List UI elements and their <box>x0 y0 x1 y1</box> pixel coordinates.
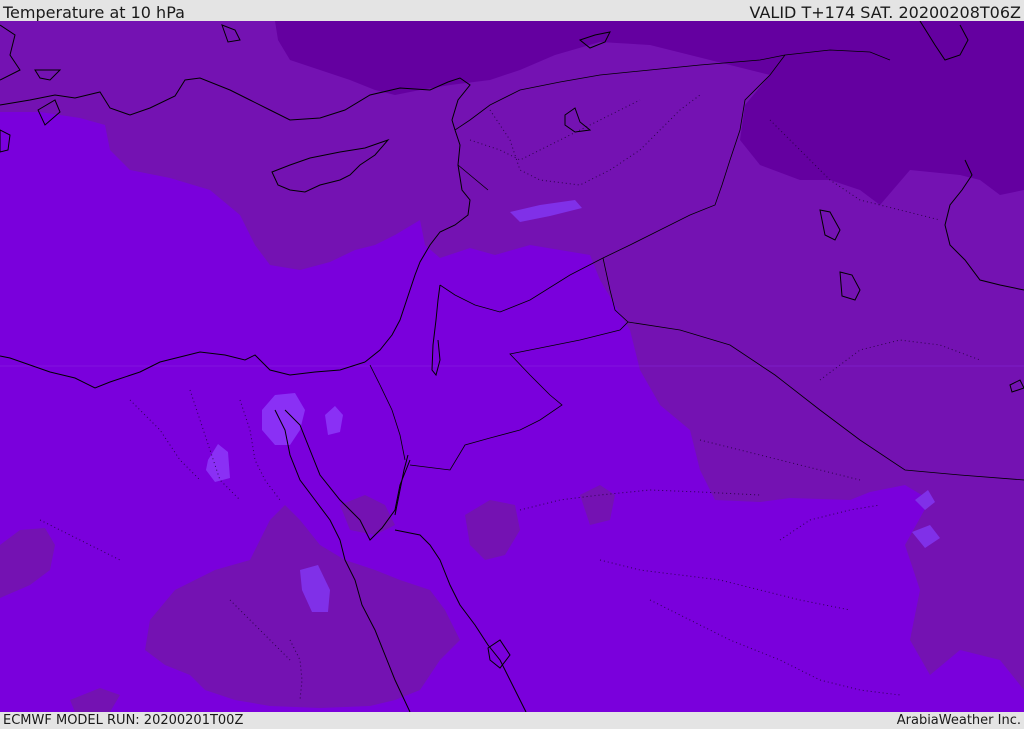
valid-time: VALID T+174 SAT. 20200208T06Z <box>749 3 1021 22</box>
model-run-label: ECMWF MODEL RUN: 20200201T00Z <box>3 713 244 728</box>
credit-label: ArabiaWeather Inc. <box>896 713 1021 728</box>
temperature-map <box>0 21 1024 712</box>
map-title: Temperature at 10 hPa <box>3 3 185 22</box>
footer-bar: ECMWF MODEL RUN: 20200201T00Z ArabiaWeat… <box>0 712 1024 729</box>
map-panel[interactable] <box>0 21 1024 712</box>
header-bar: Temperature at 10 hPa VALID T+174 SAT. 2… <box>0 0 1024 22</box>
